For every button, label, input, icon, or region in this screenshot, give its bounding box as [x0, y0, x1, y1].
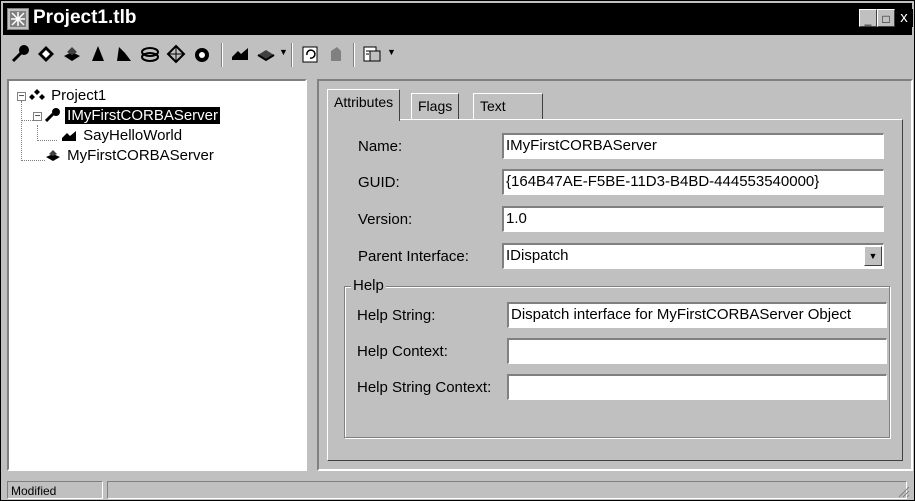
toolbar-separator: [353, 43, 355, 67]
guid-label: GUID:: [358, 174, 400, 191]
tree-line: [21, 160, 45, 161]
tree-line: [21, 101, 22, 161]
method-icon: [62, 131, 76, 141]
name-label: Name:: [358, 138, 403, 155]
type-library-tree[interactable]: − Project1 − IMyFirstCORBAServer SayHell…: [7, 79, 307, 471]
version-label: Version:: [358, 211, 413, 228]
parent-interface-value: IDispatch: [506, 247, 569, 264]
maximize-button[interactable]: □: [877, 9, 895, 27]
properties-pane: Attributes Flags Text Name: IMyFirstCORB…: [317, 79, 913, 471]
tab-flags[interactable]: Flags: [411, 93, 460, 119]
resize-grip-icon[interactable]: [896, 484, 910, 498]
collapse-icon[interactable]: −: [33, 112, 42, 122]
register-icon[interactable]: [325, 43, 347, 65]
tree-line: [37, 140, 57, 141]
toolbar: ▼ ▼: [3, 37, 912, 73]
help-context-label: Help Context:: [357, 343, 448, 360]
tree-node-label: IMyFirstCORBAServer: [64, 106, 222, 125]
tree-node-coclass[interactable]: MyFirstCORBAServer: [45, 147, 216, 165]
status-panel-empty: [107, 481, 907, 499]
status-text: Modified: [11, 484, 57, 498]
tree-node-label: Project1: [51, 87, 107, 104]
minimize-button[interactable]: _: [859, 9, 877, 27]
chevron-down-icon[interactable]: ▼: [279, 48, 288, 57]
help-string-context-field[interactable]: [507, 374, 887, 400]
help-group: Help Help String: Dispatch interface for…: [344, 277, 890, 438]
tree-node-interface[interactable]: IMyFirstCORBAServer: [44, 106, 222, 125]
toolbar-separator: [221, 43, 223, 67]
type-library-window: Project1.tlb _ □ x ▼ ▼ − Project1 − IMyF…: [0, 0, 915, 501]
coclass-icon: [46, 150, 60, 161]
window-title: Project1.tlb: [33, 7, 137, 28]
module-icon[interactable]: [191, 43, 213, 65]
tab-label: Attributes: [334, 94, 394, 110]
coclass-icon[interactable]: [61, 43, 83, 65]
title-bar[interactable]: Project1.tlb _ □ x: [3, 3, 913, 35]
collapse-icon[interactable]: −: [17, 92, 26, 102]
chevron-down-icon[interactable]: ▼: [387, 48, 396, 57]
interface-icon[interactable]: [9, 43, 31, 65]
project-icon: [29, 89, 45, 100]
alias-icon[interactable]: [113, 43, 135, 65]
union-icon[interactable]: [165, 43, 187, 65]
tab-text[interactable]: Text: [473, 93, 543, 119]
minimize-glyph: _: [864, 12, 872, 26]
tree-node-label: SayHelloWorld: [83, 127, 183, 144]
tree-node-label: MyFirstCORBAServer: [67, 147, 214, 164]
help-string-context-label: Help String Context:: [357, 379, 492, 396]
dispinterface-icon[interactable]: [35, 43, 57, 65]
pane-splitter[interactable]: [309, 77, 315, 473]
status-panel-modified: Modified: [7, 481, 103, 499]
type-library-app-icon[interactable]: [7, 8, 29, 30]
interface-icon: [44, 108, 60, 123]
name-field[interactable]: IMyFirstCORBAServer: [502, 133, 884, 159]
tree-line: [37, 125, 38, 141]
help-string-label: Help String:: [357, 307, 436, 324]
close-button[interactable]: x: [895, 9, 913, 27]
toolbar-separator: [291, 43, 293, 67]
close-glyph: x: [900, 9, 908, 26]
refresh-icon[interactable]: [299, 43, 321, 65]
help-context-field[interactable]: [507, 338, 887, 364]
method-icon[interactable]: [229, 43, 251, 65]
parent-interface-select[interactable]: IDispatch ▼: [502, 243, 884, 269]
tab-label: Flags: [418, 98, 453, 114]
tree-node-method[interactable]: SayHelloWorld: [61, 127, 184, 145]
property-icon[interactable]: [255, 43, 277, 65]
help-string-field[interactable]: Dispatch interface for MyFirstCORBAServe…: [507, 302, 887, 328]
guid-field[interactable]: {164B47AE-F5BE-11D3-B4BD-444553540000}: [502, 169, 884, 195]
tree-node-project[interactable]: Project1: [29, 87, 108, 105]
status-bar: Modified: [3, 479, 912, 499]
tab-attributes[interactable]: Attributes: [327, 89, 401, 121]
version-field[interactable]: 1.0: [502, 206, 884, 232]
help-group-title: Help: [351, 277, 386, 294]
export-icon[interactable]: [361, 43, 383, 65]
record-icon[interactable]: [139, 43, 161, 65]
attributes-panel: Name: IMyFirstCORBAServer GUID: {164B47A…: [327, 119, 903, 461]
chevron-down-icon[interactable]: ▼: [864, 246, 882, 266]
maximize-glyph: □: [882, 12, 890, 26]
tab-label: Text: [480, 98, 506, 114]
enum-icon[interactable]: [87, 43, 109, 65]
parent-interface-label: Parent Interface:: [358, 248, 469, 265]
